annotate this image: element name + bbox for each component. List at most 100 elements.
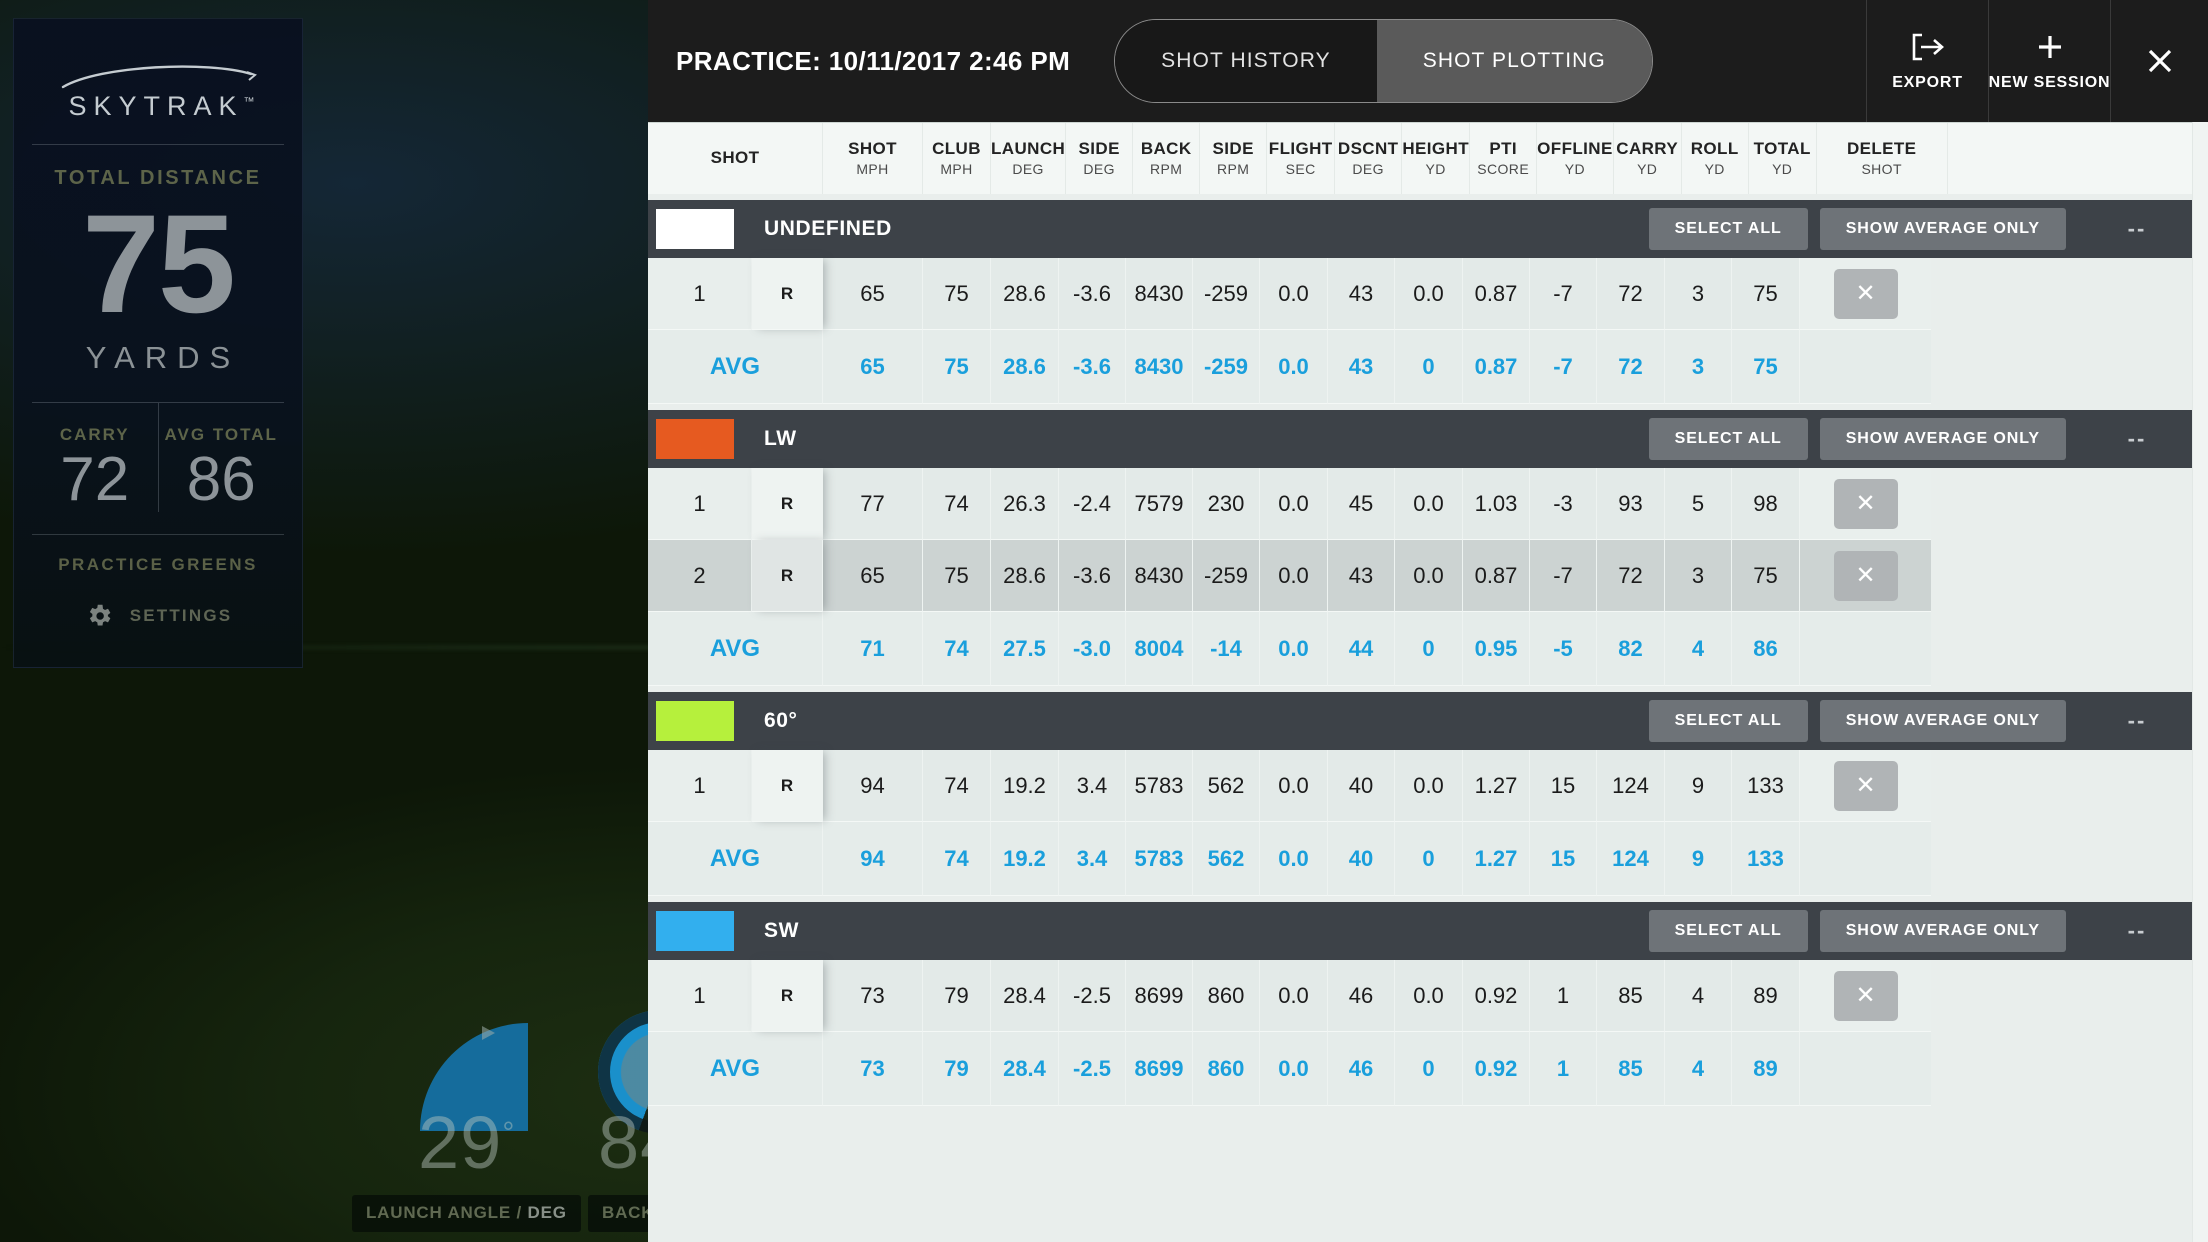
column-header-dscnt-8[interactable]: DSCNT DEG	[1335, 123, 1403, 194]
metric-cell-launch-3: 26.3	[991, 468, 1059, 540]
close-overlay-button[interactable]	[2110, 0, 2208, 122]
stat-avg-total-value: 86	[186, 445, 256, 514]
new-session-button[interactable]: NEW SESSION	[1988, 0, 2110, 122]
average-row: AVG 94 74 19.2 3.4 5783 562 0.0 40 0 1.27 15 124 9 133	[648, 822, 2208, 896]
metric-cell-shot-1: 65	[823, 258, 923, 330]
column-header-unit: DEG	[1012, 161, 1044, 178]
average-cell-shot-1: 71	[823, 612, 923, 686]
column-header-pti-10[interactable]: PTI SCORE	[1470, 123, 1538, 194]
view-tabs: SHOT HISTORY SHOT PLOTTING	[1114, 19, 1653, 103]
column-header-unit: YD	[1704, 161, 1725, 178]
metric-cell-total-14: 89	[1732, 960, 1800, 1032]
column-header-delete-15[interactable]: DELETE SHOT	[1817, 123, 1948, 194]
table-row[interactable]: 1 R 94 74 19.2 3.4 5783 562 0.0 40 0.0 1.27 15 124 9 13…	[648, 750, 2208, 822]
show-average-only-button[interactable]: SHOW AVERAGE ONLY	[1819, 910, 2066, 952]
metric-cell-back-5: 8430	[1126, 540, 1193, 612]
delete-shot-button[interactable]: ✕	[1833, 478, 1898, 529]
column-header-carry-12[interactable]: CARRY YD	[1614, 123, 1682, 194]
metric-cell-shot-1: 65	[823, 540, 923, 612]
export-button[interactable]: EXPORT	[1866, 0, 1988, 122]
club-group-header: SW SELECT ALL SHOW AVERAGE ONLY --	[648, 902, 2208, 960]
shot-number-cell: 1	[648, 258, 752, 330]
metric-cell-carry-12: 72	[1597, 258, 1665, 330]
metric-cell-dscnt-8: 43	[1328, 258, 1395, 330]
metric-cell-side-4: 3.4	[1059, 750, 1126, 822]
column-header-unit: YD	[1637, 161, 1658, 178]
column-header-side-6[interactable]: SIDE RPM	[1200, 123, 1268, 194]
select-all-button[interactable]: SELECT ALL	[1648, 910, 1808, 952]
settings-button[interactable]: SETTINGS	[32, 601, 284, 631]
column-header-title: OFFLINE	[1537, 139, 1613, 159]
average-cell-total-14: 133	[1732, 822, 1800, 896]
tab-shot-plotting[interactable]: SHOT PLOTTING	[1376, 20, 1652, 102]
swoosh-icon	[61, 65, 257, 89]
column-header-unit: SHOT	[1861, 161, 1902, 178]
close-icon	[2148, 49, 2171, 73]
average-cell-back-5: 8430	[1126, 330, 1193, 404]
average-cell-dscnt-8: 44	[1328, 612, 1395, 686]
column-header-shot-1[interactable]: SHOT MPH	[823, 123, 923, 194]
club-color-swatch[interactable]	[656, 701, 734, 741]
column-header-height-9[interactable]: HEIGHT YD	[1402, 123, 1471, 194]
select-all-button[interactable]: SELECT ALL	[1648, 418, 1808, 460]
delete-shot-button[interactable]: ✕	[1833, 550, 1898, 601]
panel-footer: PRACTICE GREENS SETTINGS	[32, 534, 284, 631]
stat-carry: CARRY 72	[32, 403, 158, 512]
average-cell-launch-3: 27.5	[991, 612, 1059, 686]
launch-angle-pointer-icon	[482, 1026, 495, 1040]
average-cell-carry-12: 82	[1597, 612, 1665, 686]
column-header-unit: MPH	[940, 161, 973, 178]
column-header-back-5[interactable]: BACK RPM	[1133, 123, 1201, 194]
vertical-scrollbar[interactable]	[2192, 122, 2208, 1242]
tab-shot-history[interactable]: SHOT HISTORY	[1115, 20, 1377, 102]
settings-label: SETTINGS	[129, 606, 233, 626]
launch-angle-chip: LAUNCH ANGLE / DEG	[352, 1195, 581, 1232]
show-average-only-button[interactable]: SHOW AVERAGE ONLY	[1819, 700, 2066, 742]
metric-cell-carry-12: 93	[1597, 468, 1665, 540]
column-header-title: CLUB	[932, 139, 981, 159]
column-header-launch-3[interactable]: LAUNCH DEG	[991, 123, 1067, 194]
column-header-roll-13[interactable]: ROLL YD	[1682, 123, 1749, 194]
table-row[interactable]: 1 R 77 74 26.3 -2.4 7579 230 0.0 45 0.0 1.03 -3 93 5 98…	[648, 468, 2208, 540]
club-color-swatch[interactable]	[656, 911, 734, 951]
handedness-cell: R	[752, 960, 823, 1032]
table-row[interactable]: 1 R 65 75 28.6 -3.6 8430 -259 0.0 43 0.0 0.87 -7 72 3 7…	[648, 258, 2208, 330]
handedness-cell: R	[752, 468, 823, 540]
average-cell-pti-10: 0.95	[1463, 612, 1530, 686]
overlay-header: PRACTICE: 10/11/2017 2:46 PM SHOT HISTOR…	[648, 0, 2208, 122]
column-header-shot-0[interactable]: SHOT	[648, 123, 823, 194]
plus-icon	[2038, 35, 2061, 58]
column-header-title: DELETE	[1846, 139, 1917, 159]
group-delete-placeholder: --	[2127, 918, 2147, 943]
delete-shot-button[interactable]: ✕	[1833, 268, 1898, 319]
select-all-button[interactable]: SELECT ALL	[1648, 700, 1808, 742]
show-average-only-button[interactable]: SHOW AVERAGE ONLY	[1819, 208, 2066, 250]
delete-shot-button[interactable]: ✕	[1833, 760, 1898, 811]
column-header-offline-11[interactable]: OFFLINE YD	[1537, 123, 1614, 194]
average-cell-launch-3: 19.2	[991, 822, 1059, 896]
shot-number-cell: 2	[648, 540, 752, 612]
delete-shot-button[interactable]: ✕	[1833, 970, 1898, 1021]
column-header-club-2[interactable]: CLUB MPH	[923, 123, 991, 194]
table-row[interactable]: 1 R 73 79 28.4 -2.5 8699 860 0.0 46 0.0 0.92 1 85 4 89 ✕	[648, 960, 2208, 1032]
club-color-swatch[interactable]	[656, 209, 734, 249]
column-header-total-14[interactable]: TOTAL YD	[1749, 123, 1817, 194]
average-cell-offline-11: -7	[1530, 330, 1597, 404]
average-row: AVG 65 75 28.6 -3.6 8430 -259 0.0 43 0 0.87 -7 72 3 75	[648, 330, 2208, 404]
average-cell-offline-11: 1	[1530, 1032, 1597, 1106]
average-cell-height-9: 0	[1395, 1032, 1463, 1106]
metric-cell-flight-7: 0.0	[1260, 750, 1328, 822]
column-header-flight-7[interactable]: FLIGHT SEC	[1267, 123, 1336, 194]
metric-cell-carry-12: 85	[1597, 960, 1665, 1032]
average-cell-pti-10: 0.87	[1463, 330, 1530, 404]
show-average-only-button[interactable]: SHOW AVERAGE ONLY	[1819, 418, 2066, 460]
average-cell-dscnt-8: 43	[1328, 330, 1395, 404]
column-header-unit: MPH	[856, 161, 889, 178]
column-header-side-4[interactable]: SIDE DEG	[1066, 123, 1134, 194]
select-all-button[interactable]: SELECT ALL	[1648, 208, 1808, 250]
table-row[interactable]: 2 R 65 75 28.6 -3.6 8430 -259 0.0 43 0.0 0.87 -7 72 3 7…	[648, 540, 2208, 612]
metric-cell-club-2: 74	[923, 750, 991, 822]
club-color-swatch[interactable]	[656, 419, 734, 459]
metric-cell-shot-1: 77	[823, 468, 923, 540]
average-cell-shot-1: 73	[823, 1032, 923, 1106]
